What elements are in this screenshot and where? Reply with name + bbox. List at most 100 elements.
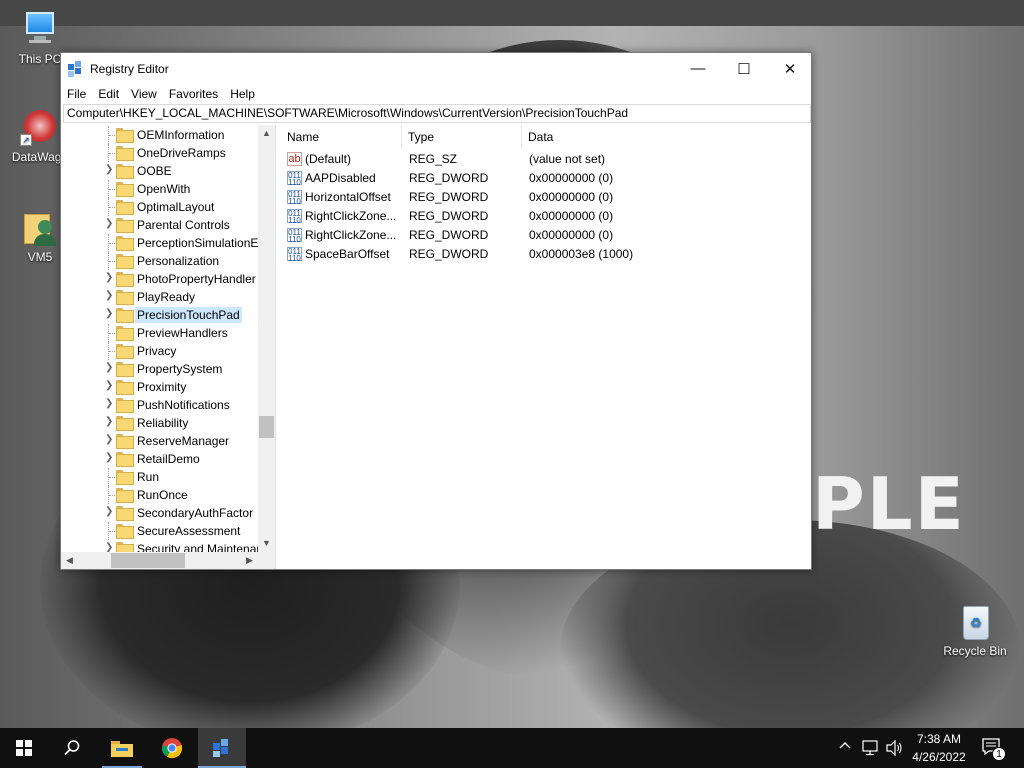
file-explorer-icon (111, 741, 133, 757)
tree-item[interactable]: ❯ OOBE (61, 162, 258, 180)
tree-item-label: RunOnce (137, 488, 188, 502)
tree-item[interactable]: ❯ Proximity (61, 378, 258, 396)
tree-item[interactable]: PerceptionSimulationE (61, 234, 258, 252)
chevron-right-icon[interactable]: ❯ (105, 434, 115, 445)
start-button[interactable] (0, 728, 48, 768)
tree-item[interactable]: ❯ RetailDemo (61, 450, 258, 468)
scroll-thumb[interactable] (111, 553, 185, 568)
column-header-type[interactable]: Type (402, 125, 522, 149)
menu-favorites[interactable]: Favorites (169, 87, 218, 101)
string-value-icon: ab (287, 152, 302, 166)
menu-file[interactable]: File (67, 87, 86, 101)
value-row[interactable]: ab (Default) REG_SZ (value not set) (281, 150, 811, 169)
chevron-right-icon[interactable]: ❯ (105, 164, 115, 175)
search-button[interactable] (48, 728, 96, 768)
address-bar[interactable]: Computer\HKEY_LOCAL_MACHINE\SOFTWARE\Mic… (63, 104, 811, 123)
regedit-app-icon (68, 60, 84, 77)
folder-icon (116, 452, 134, 467)
folder-icon (116, 470, 134, 485)
action-center-button[interactable]: 1 (980, 736, 1008, 762)
clock[interactable]: 7:38 AM 4/26/2022 (904, 730, 974, 766)
chevron-right-icon[interactable]: ❯ (105, 398, 115, 409)
desktop-icon-recycle-bin[interactable]: ♻ Recycle Bin (935, 602, 1015, 658)
scroll-up-arrow-icon[interactable]: ▲ (258, 125, 275, 142)
scroll-thumb[interactable] (259, 416, 274, 438)
tree-horizontal-scrollbar[interactable]: ◀ ▶ (61, 552, 258, 569)
chevron-right-icon[interactable]: ❯ (105, 380, 115, 391)
tree-item[interactable]: RunOnce (61, 486, 258, 504)
tree-item[interactable]: Privacy (61, 342, 258, 360)
scroll-left-arrow-icon[interactable]: ◀ (61, 552, 78, 569)
folder-icon (116, 488, 134, 503)
chevron-right-icon[interactable]: ❯ (105, 452, 115, 463)
close-button[interactable]: ✕ (767, 53, 813, 84)
tree-item[interactable]: PreviewHandlers (61, 324, 258, 342)
clock-date: 4/26/2022 (912, 750, 966, 764)
value-row[interactable]: 011 110 SpaceBarOffset REG_DWORD 0x000003e8… (281, 245, 811, 264)
chevron-right-icon[interactable]: ❯ (105, 506, 115, 517)
tree-item-label: OptimalLayout (137, 200, 215, 214)
chrome-button[interactable] (148, 728, 196, 768)
file-explorer-button[interactable] (98, 728, 146, 768)
chevron-right-icon[interactable]: ❯ (105, 290, 115, 301)
tree-item[interactable]: SecureAssessment (61, 522, 258, 540)
minimize-button[interactable]: — (675, 53, 721, 84)
values-pane[interactable]: Name Type Data ab (Default) REG_SZ (value n… (281, 125, 811, 569)
computer-icon (20, 10, 60, 50)
taskbar: 7:38 AM 4/26/2022 1 (0, 728, 1024, 768)
tree-item[interactable]: ❯ Parental Controls (61, 216, 258, 234)
maximize-button[interactable]: ☐ (721, 53, 767, 84)
key-tree-pane[interactable]: OEMInformation OneDriveRamps ❯ OOBE OpenWith… (61, 125, 276, 569)
chevron-right-icon[interactable]: ❯ (105, 308, 115, 319)
tree-item-selected[interactable]: ❯ PrecisionTouchPad (61, 306, 258, 324)
menu-view[interactable]: View (131, 87, 157, 101)
menu-edit[interactable]: Edit (98, 87, 119, 101)
tree-item-label: Reliability (137, 416, 189, 430)
value-row[interactable]: 011 110 AAPDisabled REG_DWORD 0x00000000 (0… (281, 169, 811, 188)
clock-time: 7:38 AM (916, 732, 962, 746)
tree-item[interactable]: ❯ PlayReady (61, 288, 258, 306)
registry-editor-window[interactable]: Registry Editor — ☐ ✕ File Edit View Fav… (60, 52, 812, 570)
value-row[interactable]: 011 110 HorizontalOffset REG_DWORD 0x000000… (281, 188, 811, 207)
datawago-icon: ↗ (20, 108, 60, 148)
tree-item[interactable]: ❯ PushNotifications (61, 396, 258, 414)
title-bar[interactable]: Registry Editor — ☐ ✕ (61, 53, 811, 84)
value-row[interactable]: 011 110 RightClickZone... REG_DWORD 0x00000… (281, 207, 811, 226)
tree-item[interactable]: ❯ ReserveManager (61, 432, 258, 450)
value-row[interactable]: 011 110 RightClickZone... REG_DWORD 0x00000… (281, 226, 811, 245)
value-data: 0x00000000 (0) (529, 209, 614, 223)
tree-item[interactable]: ❯ Reliability (61, 414, 258, 432)
tree-item[interactable]: OptimalLayout (61, 198, 258, 216)
scroll-right-arrow-icon[interactable]: ▶ (241, 552, 258, 569)
chevron-right-icon[interactable]: ❯ (105, 362, 115, 373)
tree-vertical-scrollbar[interactable]: ▲ ▼ (258, 125, 275, 552)
value-data: 0x000003e8 (1000) (529, 247, 634, 261)
scrollbar-corner (258, 552, 275, 569)
chevron-right-icon[interactable]: ❯ (105, 218, 115, 229)
desktop: PLE This PC ↗ DataWago VM5 ♻ Recycle Bin (0, 0, 1024, 728)
tree-item[interactable]: ❯ PropertySystem (61, 360, 258, 378)
tree-item[interactable]: OpenWith (61, 180, 258, 198)
value-name: AAPDisabled (305, 171, 376, 185)
regedit-taskbar-button[interactable] (198, 728, 246, 768)
menu-help[interactable]: Help (230, 87, 255, 101)
column-header-data[interactable]: Data (522, 125, 811, 149)
tree-item[interactable]: ❯ PhotoPropertyHandler (61, 270, 258, 288)
volume-button[interactable] (886, 739, 904, 757)
value-type: REG_DWORD (409, 190, 489, 204)
tree-item[interactable]: Run (61, 468, 258, 486)
folder-icon (116, 146, 134, 161)
tree-item-label: OOBE (137, 164, 172, 178)
tree-item[interactable]: OEMInformation (61, 126, 258, 144)
chevron-right-icon[interactable]: ❯ (105, 272, 115, 283)
column-header-name[interactable]: Name (281, 125, 402, 149)
show-hidden-icons-button[interactable] (838, 738, 854, 758)
chevron-right-icon[interactable]: ❯ (105, 416, 115, 427)
tree-item[interactable]: ❯ SecondaryAuthFactor (61, 504, 258, 522)
network-button[interactable] (862, 740, 880, 756)
tree-item[interactable]: OneDriveRamps (61, 144, 258, 162)
tree-item[interactable]: Personalization (61, 252, 258, 270)
value-type: REG_DWORD (409, 171, 489, 185)
scroll-down-arrow-icon[interactable]: ▼ (258, 535, 275, 552)
chevron-up-icon (839, 742, 851, 749)
